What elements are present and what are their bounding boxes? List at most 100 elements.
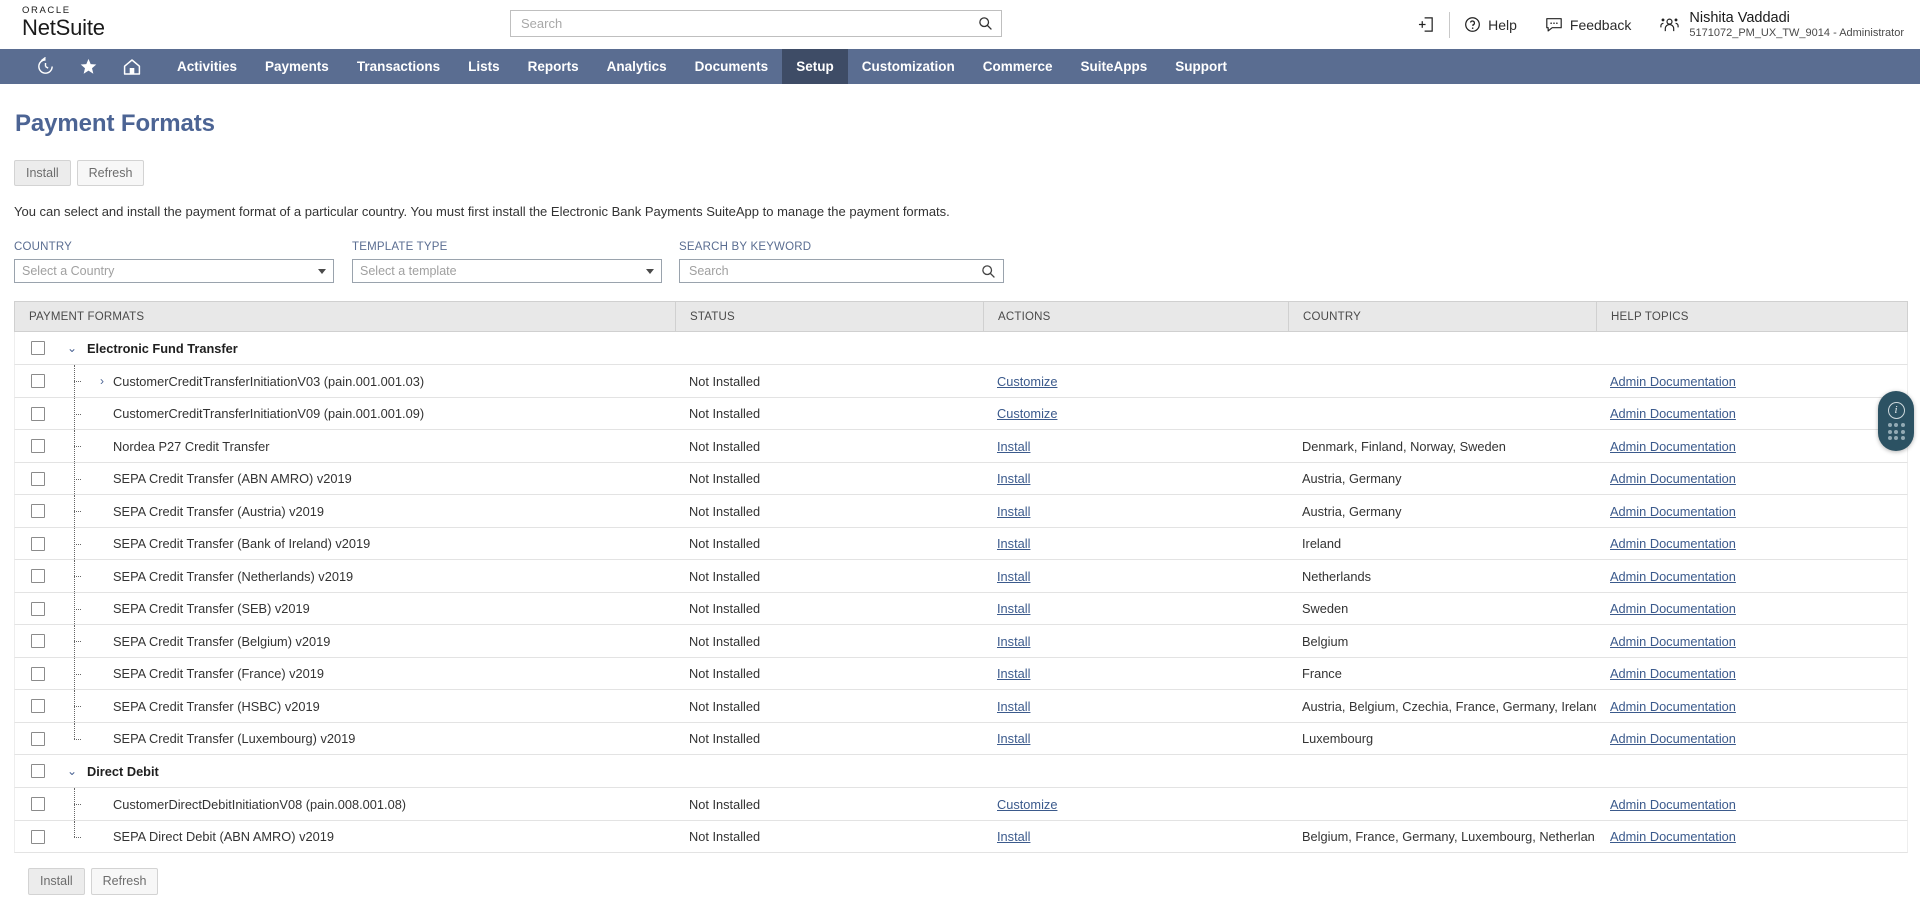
- nav-item-setup[interactable]: Setup: [782, 49, 848, 84]
- netsuite-logo[interactable]: ORACLE NetSuite: [22, 6, 105, 39]
- country-select[interactable]: Select a Country: [14, 259, 334, 284]
- global-search[interactable]: [510, 10, 1002, 37]
- row-checkbox[interactable]: [31, 536, 45, 551]
- row-checkbox[interactable]: [31, 797, 45, 812]
- row-action-cell-link[interactable]: Install: [997, 569, 1030, 584]
- row-action-cell-link[interactable]: Install: [997, 471, 1030, 486]
- template-select[interactable]: Select a template: [352, 259, 662, 284]
- table-row[interactable]: CustomerDirectDebitInitiationV08 (pain.0…: [14, 788, 1908, 821]
- table-group-row[interactable]: ⌄ Electronic Fund Transfer: [14, 332, 1908, 366]
- grid-menu-icon[interactable]: [1887, 423, 1905, 440]
- row-action-cell-link[interactable]: Customize: [997, 374, 1057, 389]
- nav-item-customization[interactable]: Customization: [848, 49, 969, 84]
- chevron-down-icon[interactable]: ⌄: [61, 764, 83, 778]
- row-checkbox[interactable]: [31, 601, 45, 616]
- tree-connector: [61, 365, 97, 397]
- row-help-cell-link[interactable]: Admin Documentation: [1610, 699, 1736, 714]
- row-checkbox[interactable]: [31, 504, 45, 519]
- nav-item-lists[interactable]: Lists: [454, 49, 514, 84]
- table-row[interactable]: SEPA Credit Transfer (Bank of Ireland) v…: [14, 527, 1908, 561]
- table-row[interactable]: SEPA Credit Transfer (Netherlands) v2019…: [14, 560, 1908, 593]
- row-checkbox[interactable]: [31, 731, 45, 746]
- row-action-cell-link[interactable]: Install: [997, 439, 1030, 454]
- nav-item-analytics[interactable]: Analytics: [593, 49, 681, 84]
- table-row[interactable]: SEPA Credit Transfer (SEB) v2019 Not Inst…: [14, 592, 1908, 626]
- nav-item-reports[interactable]: Reports: [514, 49, 593, 84]
- row-action-cell-link[interactable]: Install: [997, 601, 1030, 616]
- recent-records-button[interactable]: [24, 49, 67, 84]
- group-checkbox[interactable]: [31, 341, 45, 356]
- row-action-cell-link[interactable]: Install: [997, 829, 1030, 844]
- table-group-row[interactable]: ⌄ Direct Debit: [14, 755, 1908, 789]
- row-help-cell-link[interactable]: Admin Documentation: [1610, 406, 1736, 421]
- table-row[interactable]: SEPA Direct Debit (ABN AMRO) v2019 Not In…: [14, 820, 1908, 854]
- nav-item-payments[interactable]: Payments: [251, 49, 343, 84]
- global-search-input[interactable]: [519, 15, 978, 32]
- row-help-cell-link[interactable]: Admin Documentation: [1610, 666, 1736, 681]
- row-checkbox[interactable]: [31, 471, 45, 486]
- row-checkbox[interactable]: [31, 406, 45, 421]
- install-button-bottom[interactable]: Install: [28, 868, 85, 895]
- row-help-cell-link[interactable]: Admin Documentation: [1610, 471, 1736, 486]
- row-help-cell-link[interactable]: Admin Documentation: [1610, 601, 1736, 616]
- refresh-button-bottom[interactable]: Refresh: [90, 868, 159, 895]
- nav-item-commerce[interactable]: Commerce: [969, 49, 1067, 84]
- nav-item-documents[interactable]: Documents: [681, 49, 783, 84]
- row-action-cell-link[interactable]: Install: [997, 536, 1030, 551]
- row-country-cell: France: [1302, 666, 1342, 682]
- filter-bar: COUNTRY Select a Country TEMPLATE TYPE S…: [14, 241, 1906, 284]
- row-action-cell-link[interactable]: Install: [997, 666, 1030, 681]
- help-button[interactable]: Help: [1450, 10, 1531, 40]
- table-row[interactable]: › CustomerCreditTransferInitiationV03 (pa…: [14, 365, 1908, 398]
- row-help-cell-link[interactable]: Admin Documentation: [1610, 439, 1736, 454]
- row-help-cell-link[interactable]: Admin Documentation: [1610, 504, 1736, 519]
- table-row[interactable]: SEPA Credit Transfer (France) v2019 Not I…: [14, 657, 1908, 691]
- install-button-top[interactable]: Install: [14, 160, 71, 187]
- nav-item-support[interactable]: Support: [1161, 49, 1241, 84]
- row-checkbox[interactable]: [31, 569, 45, 584]
- nav-item-suiteapps[interactable]: SuiteApps: [1066, 49, 1161, 84]
- table-row[interactable]: SEPA Credit Transfer (HSBC) v2019 Not Ins…: [14, 690, 1908, 723]
- search-icon[interactable]: [978, 16, 993, 31]
- table-row[interactable]: SEPA Credit Transfer (Luxembourg) v2019 N…: [14, 722, 1908, 756]
- home-button[interactable]: [110, 49, 153, 84]
- row-checkbox[interactable]: [31, 699, 45, 714]
- table-row[interactable]: Nordea P27 Credit Transfer Not Installed I…: [14, 430, 1908, 463]
- keyword-search[interactable]: [679, 259, 1004, 284]
- row-checkbox[interactable]: [31, 666, 45, 681]
- chevron-down-icon[interactable]: ⌄: [61, 341, 83, 355]
- table-row[interactable]: SEPA Credit Transfer (Belgium) v2019 Not …: [14, 625, 1908, 658]
- row-help-cell-link[interactable]: Admin Documentation: [1610, 536, 1736, 551]
- table-row[interactable]: CustomerCreditTransferInitiationV09 (pai…: [14, 397, 1908, 431]
- row-help-cell-link[interactable]: Admin Documentation: [1610, 374, 1736, 389]
- row-action-cell-link[interactable]: Install: [997, 504, 1030, 519]
- user-menu[interactable]: Nishita Vaddadi 5171072_PM_UX_TW_9014 - …: [1645, 9, 1904, 41]
- row-action-cell-link[interactable]: Customize: [997, 797, 1057, 812]
- search-icon[interactable]: [981, 264, 996, 279]
- row-checkbox[interactable]: [31, 439, 45, 454]
- row-checkbox[interactable]: [31, 634, 45, 649]
- feedback-button[interactable]: Feedback: [1531, 10, 1645, 40]
- row-checkbox[interactable]: [31, 829, 45, 844]
- row-action-cell-link[interactable]: Install: [997, 731, 1030, 746]
- group-checkbox[interactable]: [31, 764, 45, 779]
- table-row[interactable]: SEPA Credit Transfer (Austria) v2019 Not …: [14, 495, 1908, 528]
- refresh-button-top[interactable]: Refresh: [76, 160, 145, 187]
- table-row[interactable]: SEPA Credit Transfer (ABN AMRO) v2019 Not…: [14, 462, 1908, 496]
- row-action-cell-link[interactable]: Customize: [997, 406, 1057, 421]
- row-help-cell-link[interactable]: Admin Documentation: [1610, 569, 1736, 584]
- row-help-cell-link[interactable]: Admin Documentation: [1610, 829, 1736, 844]
- sign-in-button[interactable]: [1404, 10, 1449, 40]
- keyword-search-input[interactable]: [687, 263, 981, 280]
- nav-item-activities[interactable]: Activities: [163, 49, 251, 84]
- row-help-cell-link[interactable]: Admin Documentation: [1610, 797, 1736, 812]
- row-action-cell-link[interactable]: Install: [997, 634, 1030, 649]
- row-action-cell-link[interactable]: Install: [997, 699, 1030, 714]
- nav-item-transactions[interactable]: Transactions: [343, 49, 454, 84]
- row-help-cell-link[interactable]: Admin Documentation: [1610, 731, 1736, 746]
- help-assistant-widget[interactable]: i: [1878, 391, 1914, 451]
- row-help-cell: Admin Documentation: [1596, 495, 1907, 527]
- shortcuts-button[interactable]: [67, 49, 110, 84]
- row-checkbox[interactable]: [31, 374, 45, 389]
- row-help-cell-link[interactable]: Admin Documentation: [1610, 634, 1736, 649]
